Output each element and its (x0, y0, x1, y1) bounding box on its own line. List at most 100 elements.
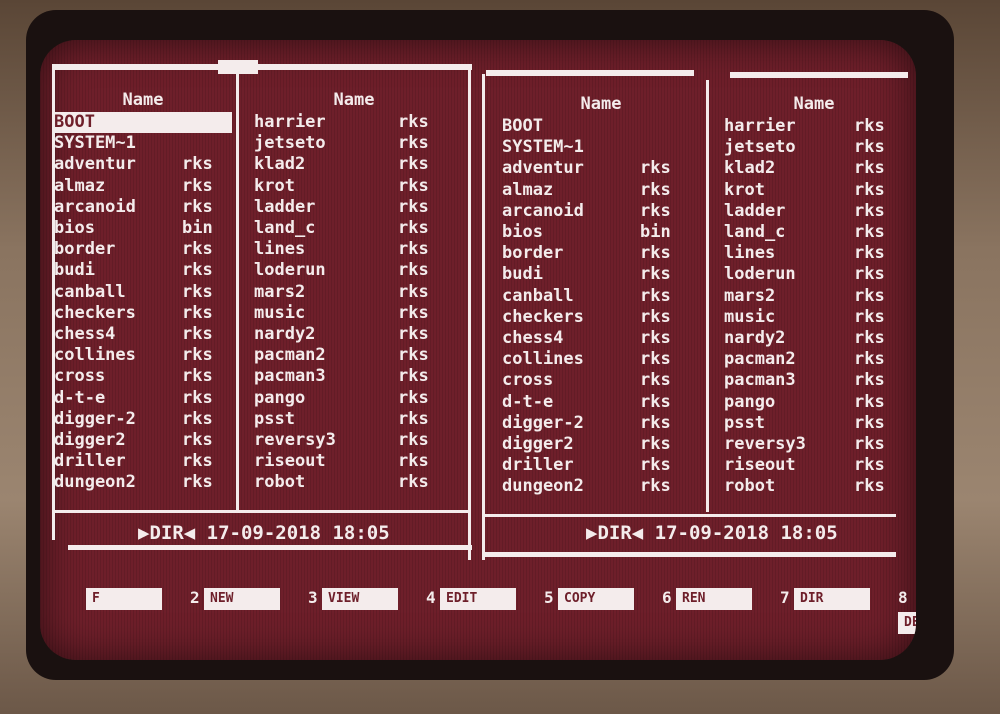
file-row[interactable]: riseout rks (254, 451, 454, 472)
file-row[interactable]: dungeon2 rks (54, 472, 232, 493)
file-row[interactable]: pacman3 rks (254, 366, 454, 387)
file-row[interactable]: digger2 rks (502, 434, 700, 455)
file-name: driller (502, 455, 574, 476)
file-row[interactable]: d-t-e rks (54, 388, 232, 409)
function-key-f[interactable]: F (72, 586, 162, 610)
file-row[interactable]: budi rks (54, 260, 232, 281)
file-row[interactable]: almaz rks (502, 180, 700, 201)
file-row[interactable]: pango rks (724, 392, 904, 413)
file-row[interactable]: harrier rks (254, 112, 454, 133)
file-row[interactable]: d-t-e rks (502, 392, 700, 413)
file-extension: rks (640, 455, 671, 476)
function-key-dir[interactable]: 7 DIR (780, 586, 870, 610)
file-name: checkers (502, 306, 584, 327)
file-row[interactable]: harrier rks (724, 116, 904, 137)
file-extension: rks (398, 239, 429, 260)
file-row[interactable]: lines rks (254, 239, 454, 260)
file-row[interactable]: pacman3 rks (724, 370, 904, 391)
file-row[interactable]: mars2 rks (724, 286, 904, 307)
file-row[interactable]: canball rks (54, 282, 232, 303)
file-row[interactable]: collines rks (54, 345, 232, 366)
file-row[interactable]: arcanoid rks (54, 197, 232, 218)
file-extension: rks (182, 451, 213, 472)
file-row[interactable]: jetseto rks (724, 137, 904, 158)
function-key-ren[interactable]: 6 REN (662, 586, 752, 610)
file-row[interactable]: pango rks (254, 388, 454, 409)
file-row[interactable]: BOOT (502, 116, 700, 137)
file-row[interactable]: almaz rks (54, 176, 232, 197)
file-row[interactable]: riseout rks (724, 455, 904, 476)
file-row[interactable]: mars2 rks (254, 282, 454, 303)
column-header-name[interactable]: Name (502, 94, 700, 114)
file-row[interactable]: music rks (254, 303, 454, 324)
file-row[interactable]: checkers rks (502, 307, 700, 328)
file-row[interactable]: digger-2 rks (54, 409, 232, 430)
file-row[interactable]: music rks (724, 307, 904, 328)
file-row[interactable]: digger-2 rks (502, 413, 700, 434)
file-row[interactable]: psst rks (254, 409, 454, 430)
file-row[interactable]: land_c rks (254, 218, 454, 239)
file-row[interactable]: collines rks (502, 349, 700, 370)
file-row[interactable]: klad2 rks (254, 154, 454, 175)
file-row[interactable]: SYSTEM~1 (54, 133, 232, 154)
column-header-name[interactable]: Name (254, 90, 454, 110)
file-row[interactable]: robot rks (724, 476, 904, 497)
file-row[interactable]: BOOT (54, 112, 232, 133)
file-row[interactable]: pacman2 rks (724, 349, 904, 370)
file-row[interactable]: psst rks (724, 413, 904, 434)
file-row[interactable]: arcanoid rks (502, 201, 700, 222)
file-extension: rks (854, 455, 885, 476)
file-row[interactable]: chess4 rks (54, 324, 232, 345)
file-row[interactable]: krot rks (724, 180, 904, 201)
left-panel-divider (236, 70, 239, 510)
file-row[interactable]: lines rks (724, 243, 904, 264)
file-row[interactable]: nardy2 rks (254, 324, 454, 345)
right-panel-divider (706, 80, 709, 512)
file-row[interactable]: jetseto rks (254, 133, 454, 154)
function-key-del[interactable]: 8 DEL (898, 586, 916, 634)
file-row[interactable]: border rks (502, 243, 700, 264)
file-row[interactable]: canball rks (502, 286, 700, 307)
file-extension: rks (398, 154, 429, 175)
file-row[interactable]: reversy3 rks (724, 434, 904, 455)
file-extension: rks (398, 302, 429, 323)
file-extension: rks (182, 260, 213, 281)
function-key-view[interactable]: 3 VIEW (308, 586, 398, 610)
file-row[interactable]: adventur rks (502, 158, 700, 179)
file-row[interactable]: klad2 rks (724, 158, 904, 179)
file-row[interactable]: robot rks (254, 472, 454, 493)
file-row[interactable]: border rks (54, 239, 232, 260)
column-header-name[interactable]: Name (724, 94, 904, 114)
file-row[interactable]: bios bin (502, 222, 700, 243)
file-row[interactable]: loderun rks (254, 260, 454, 281)
file-row[interactable]: digger2 rks (54, 430, 232, 451)
file-row[interactable]: pacman2 rks (254, 345, 454, 366)
file-row[interactable]: budi rks (502, 264, 700, 285)
file-row[interactable]: bios bin (54, 218, 232, 239)
file-row[interactable]: loderun rks (724, 264, 904, 285)
file-row[interactable]: ladder rks (724, 201, 904, 222)
file-row[interactable]: dungeon2 rks (502, 476, 700, 497)
file-row[interactable]: cross rks (502, 370, 700, 391)
file-extension: rks (640, 264, 671, 285)
file-row[interactable]: driller rks (54, 451, 232, 472)
file-name: psst (254, 408, 295, 429)
file-row[interactable]: adventur rks (54, 154, 232, 175)
file-row[interactable]: SYSTEM~1 (502, 137, 700, 158)
file-extension: rks (854, 328, 885, 348)
file-row[interactable]: land_c rks (724, 222, 904, 243)
file-name: robot (254, 472, 306, 493)
file-row[interactable]: driller rks (502, 455, 700, 476)
file-row[interactable]: chess4 rks (502, 328, 700, 349)
file-row[interactable]: reversy3 rks (254, 430, 454, 451)
file-name: border (502, 243, 564, 264)
file-row[interactable]: checkers rks (54, 303, 232, 324)
function-key-new[interactable]: 2 NEW (190, 586, 280, 610)
file-row[interactable]: ladder rks (254, 197, 454, 218)
function-key-edit[interactable]: 4 EDIT (426, 586, 516, 610)
file-row[interactable]: krot rks (254, 176, 454, 197)
file-row[interactable]: cross rks (54, 366, 232, 387)
file-row[interactable]: nardy2 rks (724, 328, 904, 349)
function-key-copy[interactable]: 5 COPY (544, 586, 634, 610)
column-header-name[interactable]: Name (54, 90, 232, 110)
